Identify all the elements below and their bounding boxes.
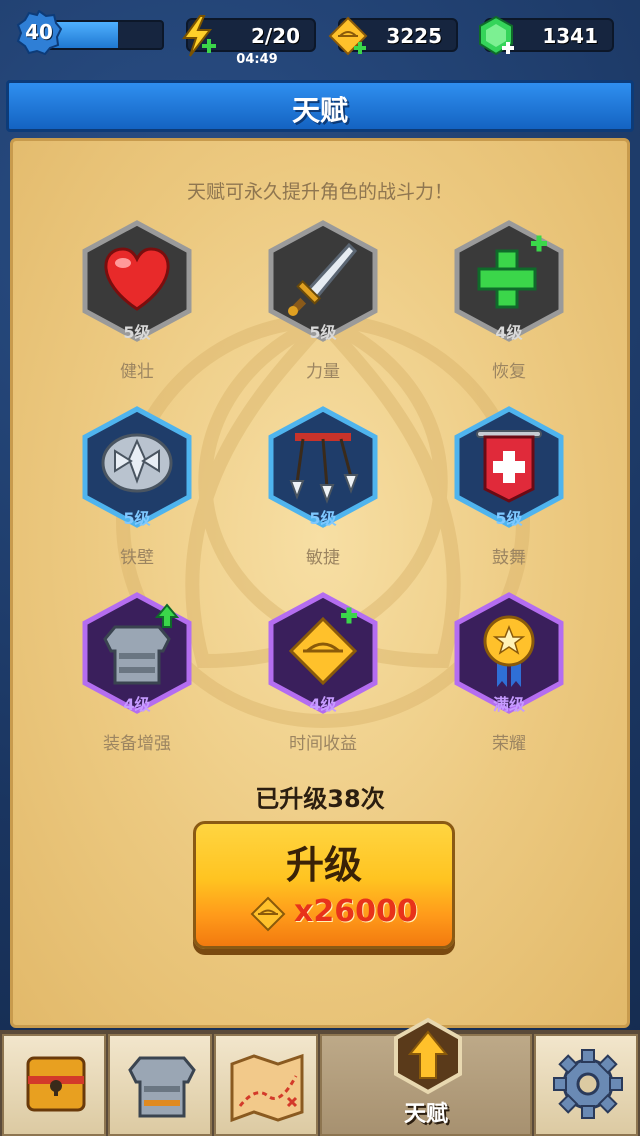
talent-level: 4级 xyxy=(123,695,151,714)
lightning-plus-icon xyxy=(182,15,216,57)
upgrade-label: 升级 xyxy=(285,843,362,887)
page-header: 天赋 xyxy=(6,80,634,132)
talent-recovery[interactable]: 4级 恢复 xyxy=(447,219,571,382)
xp-bar xyxy=(44,20,164,50)
gear-icon xyxy=(553,1049,623,1119)
talent-strength[interactable]: 5级 力量 xyxy=(261,219,385,382)
energy-timer: 04:49 xyxy=(236,52,278,67)
upgrade-cost: x26000 xyxy=(294,894,418,929)
player-level-badge[interactable]: 40 xyxy=(16,9,63,56)
page-title: 天赋 xyxy=(291,94,348,127)
talent-agility[interactable]: 5级 敏捷 xyxy=(261,405,385,568)
talent-name: 铁壁 xyxy=(120,548,154,568)
talent-name: 荣耀 xyxy=(492,734,526,754)
coin-plus-icon xyxy=(328,16,368,56)
gem-value: 1341 xyxy=(542,24,598,48)
gem-counter[interactable]: 1341 xyxy=(479,15,614,56)
coin-value: 3225 xyxy=(386,24,442,48)
talent-name: 鼓舞 xyxy=(492,548,526,568)
talent-level: 4级 xyxy=(309,695,337,714)
gem-plus-icon xyxy=(479,15,514,56)
talent-level: 5级 xyxy=(309,323,337,342)
upgrade-count: 已升级38次 xyxy=(255,785,385,813)
player-level: 40 xyxy=(25,20,53,44)
nav-chest[interactable] xyxy=(2,1034,106,1136)
chest-icon xyxy=(26,1056,86,1112)
talent-name: 健壮 xyxy=(120,362,154,382)
talent-level: 5级 xyxy=(309,509,337,528)
talent-level: 4级 xyxy=(495,323,523,342)
talent-health[interactable]: 5级 健壮 xyxy=(75,219,199,382)
talent-level: 5级 xyxy=(123,323,151,342)
nav-talent-label: 天赋 xyxy=(403,1102,448,1127)
talent-equipment-boost[interactable]: 4级 装备增强 xyxy=(75,591,199,754)
talent-name: 力量 xyxy=(306,362,340,382)
talent-name: 装备增强 xyxy=(103,734,171,754)
arrow-up-icon xyxy=(394,1017,462,1095)
nav-settings[interactable] xyxy=(534,1034,638,1136)
talent-name: 敏捷 xyxy=(306,548,340,568)
panel-subtitle: 天赋可永久提升角色的战斗力！ xyxy=(186,181,453,203)
talent-panel: 天赋可永久提升角色的战斗力！ 5级 健壮 5级 力量 4级 恢复 5级 铁壁 5… xyxy=(10,138,630,1028)
nav-talent[interactable]: 天赋 xyxy=(320,1017,532,1136)
talent-level: 5级 xyxy=(495,509,523,528)
nav-map[interactable] xyxy=(214,1034,318,1136)
top-resource-bar: 40 2/20 04:49 3225 1341 xyxy=(0,0,640,74)
upgrade-button[interactable]: 升级 x26000 xyxy=(193,821,455,949)
energy-value: 2/20 xyxy=(250,24,300,48)
talent-time-income[interactable]: 4级 时间收益 xyxy=(261,591,385,754)
talent-level: 满级 xyxy=(492,695,525,714)
energy-counter[interactable]: 2/20 xyxy=(182,15,316,57)
talent-iron-wall[interactable]: 5级 铁壁 xyxy=(75,405,199,568)
bottom-nav: 天赋 xyxy=(0,1017,640,1136)
talent-glory[interactable]: 满级 荣耀 xyxy=(447,591,571,754)
talent-inspire[interactable]: 5级 鼓舞 xyxy=(447,405,571,568)
coin-icon xyxy=(250,896,286,932)
nav-armor[interactable] xyxy=(108,1034,212,1136)
talent-level: 5级 xyxy=(123,509,151,528)
talent-name: 时间收益 xyxy=(289,734,357,754)
armor-icon xyxy=(128,1056,196,1118)
map-icon xyxy=(230,1053,304,1123)
coin-counter[interactable]: 3225 xyxy=(328,16,458,56)
talent-name: 恢复 xyxy=(492,362,526,382)
